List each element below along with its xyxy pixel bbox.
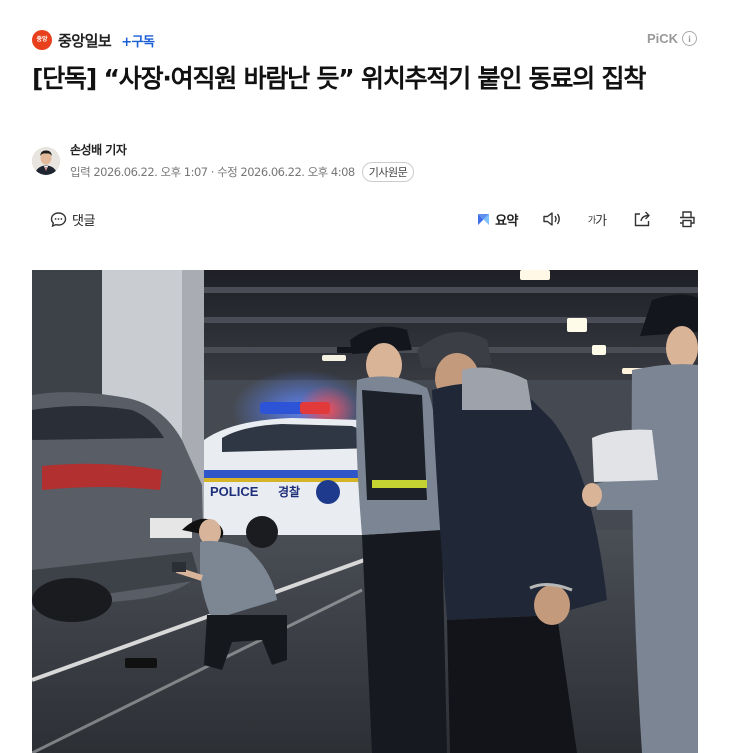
article-headline: [단독] “사장·여직원 바람난 듯” 위치추적기 붙인 동료의 집착 bbox=[32, 64, 646, 93]
summary-icon bbox=[478, 213, 490, 225]
parking-garage-arrest-image: POLICE 경찰 bbox=[32, 270, 698, 753]
fontsize-small-label: 가 bbox=[587, 215, 596, 226]
share-icon bbox=[634, 211, 650, 227]
original-article-button[interactable]: 기사원문 bbox=[361, 161, 415, 182]
audio-icon bbox=[543, 212, 560, 226]
pick-label: PiCK bbox=[646, 31, 678, 46]
modified-date: 2026.06.22. 오후 4:08 bbox=[240, 164, 355, 179]
police-car-text-ko: 경찰 bbox=[278, 484, 300, 499]
comment-icon bbox=[50, 212, 67, 228]
press-logo[interactable]: 중앙 bbox=[32, 30, 52, 50]
article-photo[interactable]: POLICE 경찰 bbox=[32, 270, 698, 753]
share-button[interactable] bbox=[631, 208, 653, 230]
summary-button[interactable]: 요약 bbox=[476, 210, 518, 229]
print-button[interactable] bbox=[676, 208, 698, 230]
comment-label: 댓글 bbox=[72, 214, 95, 229]
date-separator: · bbox=[210, 164, 215, 179]
police-car-text: POLICE bbox=[210, 484, 259, 499]
comment-button[interactable]: 댓글 bbox=[50, 210, 95, 229]
article-dates: 입력 2026.06.22. 오후 1:07 · 수정 2026.06.22. … bbox=[70, 161, 415, 182]
modified-label: 수정 bbox=[217, 164, 238, 179]
reporter-name[interactable]: 손성배 기자 bbox=[70, 141, 414, 158]
summary-label: 요약 bbox=[495, 213, 518, 229]
font-size-button[interactable]: 가가 bbox=[586, 208, 608, 230]
pick-badge[interactable]: PiCK i bbox=[647, 31, 697, 46]
input-label: 입력 bbox=[70, 164, 91, 179]
subscribe-button[interactable]: +구독 bbox=[121, 31, 155, 50]
reporter-avatar[interactable] bbox=[32, 147, 60, 175]
input-date: 2026.06.22. 오후 1:07 bbox=[93, 164, 208, 179]
info-circle-icon[interactable]: i bbox=[682, 31, 697, 46]
print-icon bbox=[680, 211, 695, 228]
avatar-image bbox=[32, 147, 60, 175]
press-name[interactable]: 중앙일보 bbox=[58, 30, 112, 51]
fontsize-large-label: 가 bbox=[595, 213, 607, 229]
byline: 손성배 기자 입력 2026.06.22. 오후 1:07 · 수정 2026.… bbox=[32, 141, 415, 182]
article-toolbar: 댓글 요약 가가 bbox=[32, 207, 700, 233]
press-header: 중앙 중앙일보 +구독 PiCK i bbox=[32, 28, 700, 52]
audio-button[interactable] bbox=[541, 208, 563, 230]
